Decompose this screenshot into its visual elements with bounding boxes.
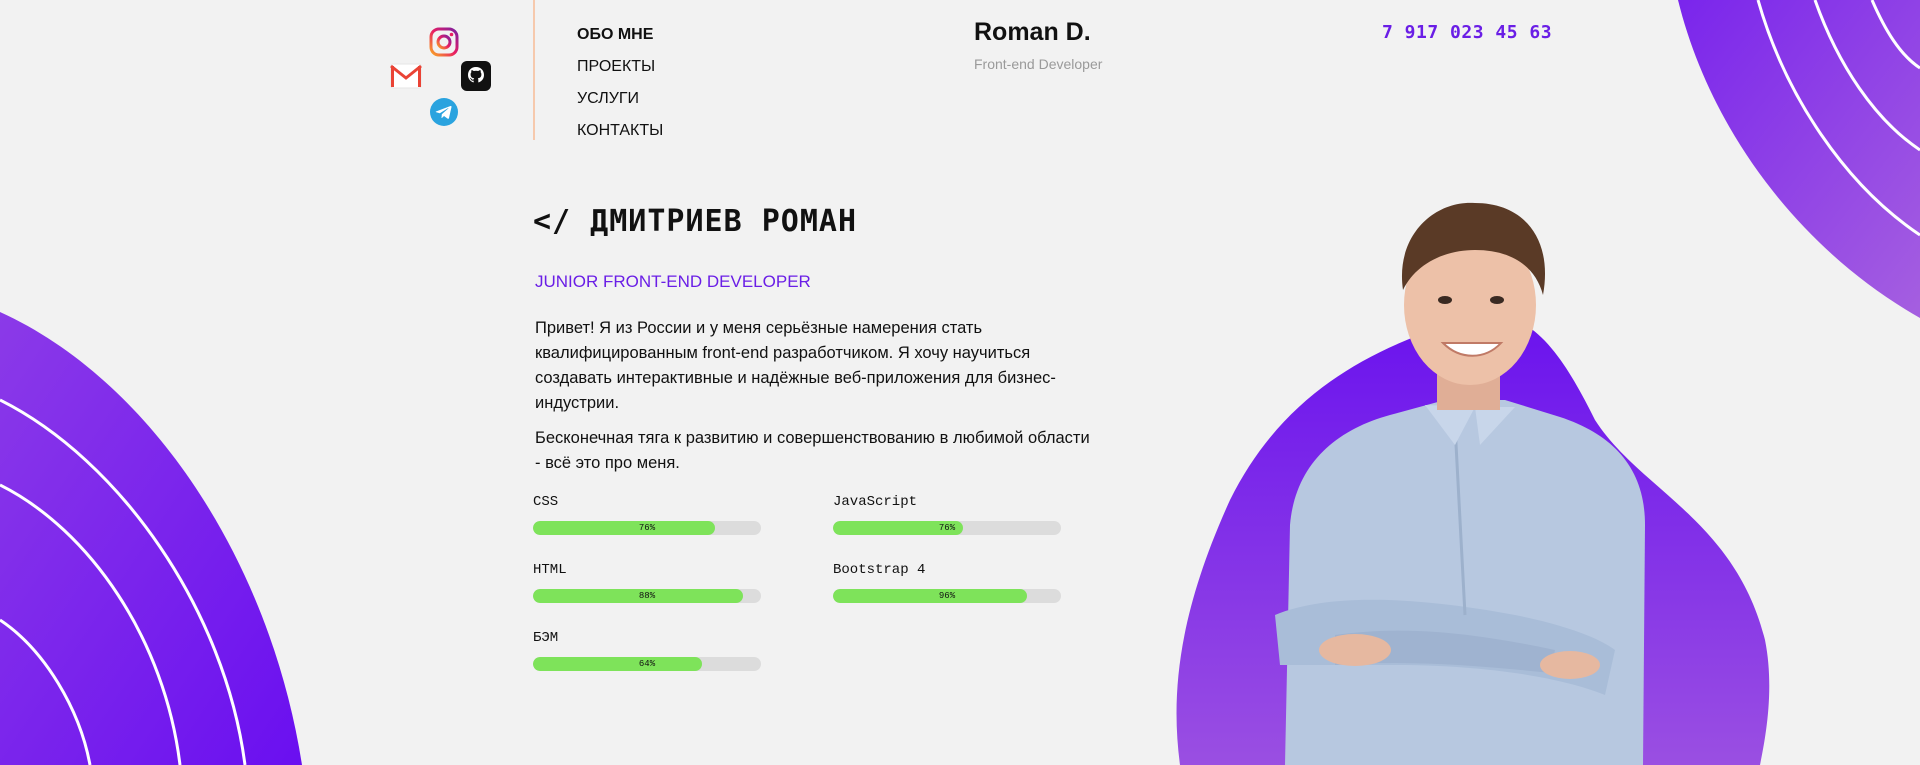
skill-name: CSS <box>533 494 559 510</box>
skill-percent: 88% <box>638 591 656 601</box>
social-links <box>390 26 496 130</box>
skill-percent: 76% <box>938 523 956 533</box>
nav-item-about[interactable]: Обо мне <box>577 24 663 56</box>
skill-percent: 96% <box>938 591 956 601</box>
phone-number[interactable]: 7 917 023 45 63 <box>1382 22 1552 43</box>
skill-name: JavaScript <box>833 494 918 510</box>
skill-css: CSS 76% <box>533 494 761 535</box>
brand-name[interactable]: Roman D. <box>974 18 1102 47</box>
instagram-icon <box>429 27 459 57</box>
left-arc-shape <box>0 312 302 765</box>
skill-name: БЭМ <box>533 630 559 646</box>
skill-bem: БЭМ 64% <box>533 630 761 671</box>
skill-html: HTML 88% <box>533 562 761 603</box>
skill-bar: 96% <box>833 589 1061 603</box>
instagram-link[interactable] <box>428 26 460 58</box>
skill-name: Bootstrap 4 <box>833 562 926 578</box>
telegram-link[interactable] <box>428 96 460 128</box>
github-link[interactable] <box>460 60 492 92</box>
brand-subtitle: Front-end Developer <box>974 56 1103 72</box>
about-paragraph: Привет! Я из России и у меня серьёзные н… <box>535 319 1056 412</box>
nav-item-services[interactable]: Услуги <box>577 88 663 120</box>
skill-javascript: JavaScript 76% <box>833 494 1061 535</box>
skill-bar: 76% <box>833 521 1061 535</box>
telegram-icon <box>430 98 458 126</box>
nav-item-contacts[interactable]: Контакты <box>577 120 663 152</box>
github-icon <box>461 61 491 91</box>
main-nav: Обо мне Проекты Услуги Контакты <box>577 24 663 152</box>
page-title: </ ДМИТРИЕВ РОМАН <box>533 204 858 239</box>
skill-bar: 76% <box>533 521 761 535</box>
header-divider <box>533 0 535 140</box>
brand: Roman D. Front-end Developer <box>974 18 1102 72</box>
about-paragraph: Бесконечная тяга к развитию и совершенст… <box>535 429 1090 472</box>
skill-bar: 88% <box>533 589 761 603</box>
about-text: Привет! Я из России и у меня серьёзные н… <box>535 316 1095 476</box>
skill-bootstrap: Bootstrap 4 96% <box>833 562 1061 603</box>
profile-photo <box>1275 202 1645 765</box>
nav-item-projects[interactable]: Проекты <box>577 56 663 88</box>
skill-name: HTML <box>533 562 567 578</box>
role-title: JUNIOR FRONT-END DEVELOPER <box>535 272 811 291</box>
skill-percent: 76% <box>638 523 656 533</box>
gmail-icon <box>390 63 422 89</box>
skill-percent: 64% <box>638 659 656 669</box>
gmail-link[interactable] <box>390 60 422 92</box>
skill-bar: 64% <box>533 657 761 671</box>
